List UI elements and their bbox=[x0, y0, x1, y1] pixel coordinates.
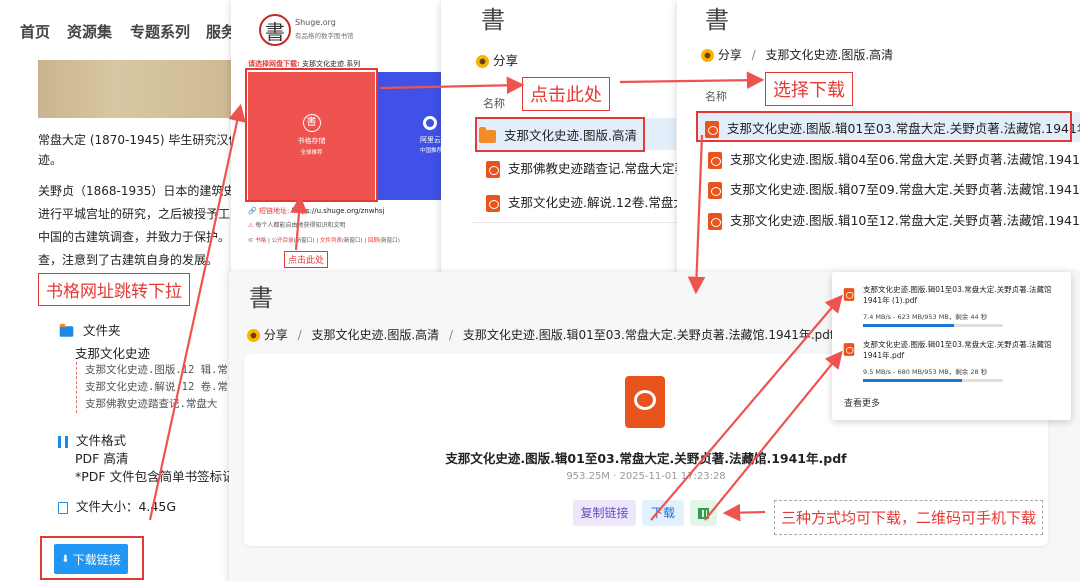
format-section: 文件格式 PDF 高清 *PDF 文件包含简单书签标记 bbox=[58, 432, 235, 486]
click-here-label: 点击此处 bbox=[284, 251, 329, 268]
annotation-click-here: 点击此处 bbox=[522, 77, 610, 111]
size-section: 文件大小：4.45G bbox=[58, 496, 176, 515]
list-header-name: 名称 bbox=[483, 97, 505, 110]
folder-list-panel: 書 分享 / 支那文化史迹.图版.高清 名称 支那文化史迹.图版.辑01至03.… bbox=[677, 0, 1080, 276]
book-scan-image bbox=[38, 60, 238, 118]
aliyun-icon bbox=[423, 116, 437, 130]
shuge-download-popup: 書 Shuge.org 有品格的数字图书馆 请选择网盘下载: 支那文化史迹.系列… bbox=[231, 0, 441, 276]
file-row[interactable]: 支那文化史迹.图版.辑10至12.常盘大定.关野贞著.法藏馆.1941年.pdf bbox=[708, 210, 1080, 230]
file-title: 支那文化史迹.图版.辑01至03.常盘大定.关野贞著.法藏馆.1941年.pdf bbox=[445, 451, 847, 466]
description-para2: 关野贞（1868-1935）日本的建筑史 进行平城宫址的研究，之后被授予工 中国… bbox=[38, 184, 236, 267]
short-url: 🔗 短链地址: https://u.shuge.org/znwhsj bbox=[248, 207, 385, 215]
nav-collections[interactable]: 资源集 bbox=[67, 21, 112, 42]
nav-home[interactable]: 首页 bbox=[20, 21, 50, 42]
link-icon: 🔗 bbox=[248, 207, 257, 215]
annotation-scroll: 书格网址跳转下拉 bbox=[38, 273, 190, 306]
annotation-select-download: 选择下载 bbox=[765, 72, 853, 106]
notice-line: ⚠ 每个人都能自由地获得知识和文明 bbox=[248, 222, 346, 229]
progress-track bbox=[863, 324, 1003, 327]
tree-item: 支那文化史迹.解说.12 卷.常 bbox=[85, 381, 228, 393]
progress-fill bbox=[863, 379, 963, 382]
progress-fill bbox=[863, 324, 954, 327]
nav-topics[interactable]: 专题系列 bbox=[130, 21, 190, 42]
share-logo: 書 bbox=[481, 6, 505, 34]
folder-section: 文件夹 支那文化史迹 bbox=[58, 320, 150, 362]
description-para1: 常盘大定 (1870-1945) 毕生研究汉传 迹。 bbox=[38, 133, 240, 167]
download-item[interactable]: 支那文化史迹.图版.辑01至03.常盘大定.关野贞著.法藏馆 1941年.pdf… bbox=[842, 339, 1062, 382]
copyright-icon: © bbox=[248, 238, 254, 244]
footer-links: © 书格 | 公开目录(新窗口) | 文件列表(新窗口) | 回顾(新窗口) bbox=[248, 238, 400, 244]
download-item[interactable]: 支那文化史迹.图版.辑01至03.常盘大定.关野贞著.法藏馆 1941年 (1)… bbox=[842, 284, 1062, 327]
tree-item: 支那佛教史迹踏查记.常盘大 bbox=[85, 398, 218, 410]
pdf-icon bbox=[708, 182, 722, 199]
share-root-panel: 書 分享 名称 支那文化史迹.图版.高清 支那佛教史迹踏查记.常盘大定著 支那文… bbox=[441, 0, 677, 276]
file-row-highlight bbox=[696, 111, 1072, 142]
pdf-icon bbox=[486, 195, 500, 212]
folder-breadcrumb: 分享 / 支那文化史迹.图版.高清 bbox=[701, 46, 893, 63]
see-more-link[interactable]: 查看更多 bbox=[844, 396, 880, 409]
aliyun-drive-card[interactable]: 阿里云 中国推荐 bbox=[376, 72, 441, 200]
progress-track bbox=[863, 379, 1003, 382]
tree-item: 支那文化史迹.图版.12 辑.常 bbox=[85, 364, 228, 376]
pdf-icon bbox=[708, 152, 722, 169]
pdf-icon bbox=[708, 213, 722, 230]
large-pdf-icon bbox=[625, 376, 665, 428]
warning-icon: ⚠ bbox=[248, 222, 254, 229]
folder-name: 支那文化史迹 bbox=[75, 346, 151, 361]
download-button-highlight bbox=[40, 536, 144, 580]
sunflower-icon bbox=[247, 329, 260, 342]
storage-card-highlight bbox=[245, 68, 378, 202]
qr-code-button[interactable] bbox=[690, 500, 717, 526]
file-size-icon bbox=[58, 501, 68, 514]
copy-link-button[interactable]: 复制链接 bbox=[573, 500, 636, 526]
list-header-name: 名称 bbox=[705, 90, 727, 103]
list-row-file[interactable]: 支那佛教史迹踏查记.常盘大定著 bbox=[486, 158, 677, 178]
detail-breadcrumb: 分享 / 支那文化史迹.图版.高清 / 支那文化史迹.图版.辑01至03.常盘大… bbox=[247, 326, 834, 343]
share-breadcrumb: 分享 bbox=[476, 50, 518, 69]
pdf-icon bbox=[843, 343, 855, 356]
file-meta: 953.25M · 2025-11-01 17:23:28 bbox=[566, 471, 726, 482]
top-nav: 首页 资源集 专题系列 服务 bbox=[0, 0, 240, 60]
share-panel-bottom-edge bbox=[471, 222, 677, 223]
folder-logo: 書 bbox=[705, 6, 729, 34]
pdf-icon bbox=[843, 288, 855, 301]
format-note: *PDF 文件包含简单书签标记 bbox=[75, 469, 235, 484]
file-row[interactable]: 支那文化史迹.图版.辑07至09.常盘大定.关野贞著.法藏馆.1941年.pdf bbox=[708, 179, 1080, 199]
shuge-logo: 書 bbox=[259, 14, 291, 46]
qr-code-icon bbox=[698, 508, 709, 519]
detail-logo: 書 bbox=[249, 284, 273, 312]
site-name: Shuge.org bbox=[295, 18, 336, 27]
pdf-icon bbox=[486, 161, 500, 178]
format-label: 文件格式 bbox=[75, 433, 126, 448]
file-row[interactable]: 支那文化史迹.图版.辑04至06.常盘大定.关野贞著.法藏馆.1941年.pdf bbox=[708, 149, 1080, 169]
download-button[interactable]: 下载 bbox=[642, 500, 684, 526]
folder-row-highlight bbox=[475, 117, 645, 152]
sunflower-icon bbox=[476, 55, 489, 68]
format-value: PDF 高清 bbox=[75, 451, 129, 466]
annotation-three-methods: 三种方式均可下载，二维码可手机下载 bbox=[774, 500, 1044, 535]
size-label: 文件大小：4.45G bbox=[75, 499, 177, 514]
logo-icon: 書 bbox=[265, 19, 285, 44]
folder-tree: 支那文化史迹.图版.12 辑.常 支那文化史迹.解说.12 卷.常 支那佛教史迹… bbox=[76, 362, 228, 413]
format-icon bbox=[58, 435, 68, 448]
browser-downloads-popup: 支那文化史迹.图版.辑01至03.常盘大定.关野贞著.法藏馆 1941年 (1)… bbox=[832, 272, 1071, 420]
site-slogan: 有品格的数字图书馆 bbox=[295, 32, 354, 40]
sunflower-icon bbox=[701, 49, 714, 62]
list-row-file[interactable]: 支那文化史迹.解说.12卷.常盘大 bbox=[486, 192, 677, 212]
folder-icon bbox=[59, 323, 74, 337]
folder-label: 文件夹 bbox=[82, 323, 121, 338]
